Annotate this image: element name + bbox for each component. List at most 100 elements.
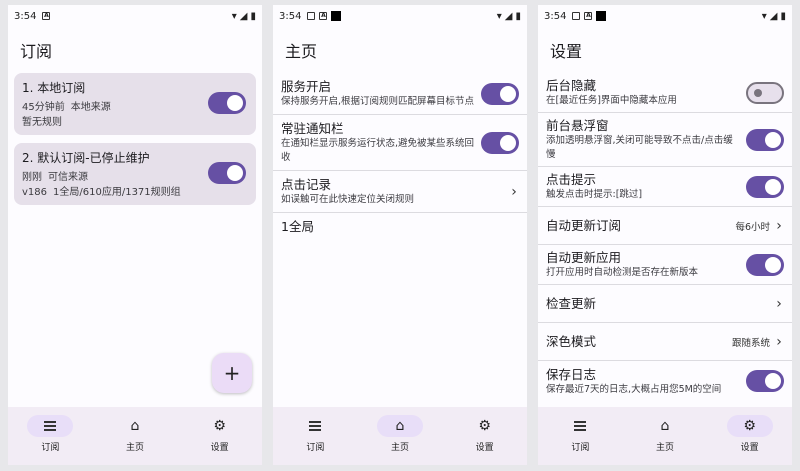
row-title: 自动更新订阅 <box>546 218 622 233</box>
row-desc: 保持服务开启,根据订阅规则匹配屏幕目标节点 <box>281 96 475 107</box>
list-icon <box>309 421 322 431</box>
dark-mode-row[interactable]: 深色模式 跟随系统 › <box>538 323 792 361</box>
row-title: 服务开启 <box>281 79 332 94</box>
subscription-toggle[interactable] <box>208 162 246 184</box>
home-icon: ⌂ <box>660 418 670 434</box>
nav-subscriptions[interactable]: 订阅 <box>20 415 80 453</box>
row-value: 每6小时 <box>735 221 770 233</box>
nav-home[interactable]: ⌂ 主页 <box>635 415 695 453</box>
nav-settings[interactable]: ⚙ 设置 <box>455 415 515 453</box>
nav-label: 主页 <box>390 443 409 453</box>
notification-row[interactable]: 常驻通知栏 在通知栏显示服务运行状态,避免被某些系统回收 <box>273 115 527 171</box>
bottom-nav: 订阅 ⌂ 主页 ⚙ 设置 <box>538 407 792 465</box>
nav-settings[interactable]: ⚙ 设置 <box>720 415 780 453</box>
click-hint-row[interactable]: 点击提示 触发点击时提示:[跳过] <box>538 167 792 207</box>
subscription-card-local[interactable]: 1. 本地订阅 45分钟前 本地来源 暂无规则 <box>14 73 256 135</box>
gear-icon: ⚙ <box>213 418 226 434</box>
wifi-icon: ▾ <box>496 10 502 22</box>
page-title: 主页 <box>285 42 318 61</box>
battery-icon: ▮ <box>250 10 256 22</box>
floating-window-row[interactable]: 前台悬浮窗 添加透明悬浮窗,关闭可能导致不点击/点击缓慢 <box>538 113 792 167</box>
signal-icon: ◢ <box>239 10 248 22</box>
nav-label: 主页 <box>655 443 674 453</box>
add-subscription-button[interactable]: + <box>212 353 252 393</box>
row-value: 跟随系统 <box>731 337 770 349</box>
subscription-detail: 1全局/610应用/1371规则组 <box>53 187 181 198</box>
click-hint-toggle[interactable] <box>746 175 784 198</box>
save-log-toggle[interactable] <box>746 370 784 392</box>
row-desc: 触发点击时提示:[跳过] <box>546 189 643 200</box>
nav-subscriptions[interactable]: 订阅 <box>285 415 345 453</box>
subscription-source: 可信来源 <box>48 172 88 183</box>
battery-icon: ▮ <box>780 10 786 22</box>
list-icon <box>44 421 57 431</box>
hide-background-toggle[interactable] <box>746 81 784 104</box>
nav-label: 设置 <box>740 443 759 453</box>
hide-background-row[interactable]: 后台隐藏 在[最近任务]界面中隐藏本应用 <box>538 73 792 113</box>
image-notification-icon <box>572 12 581 20</box>
subscription-toggle[interactable] <box>208 92 246 114</box>
nav-home[interactable]: ⌂ 主页 <box>370 415 430 453</box>
row-title: 前台悬浮窗 <box>546 118 609 133</box>
save-log-row[interactable]: 保存日志 保存最近7天的日志,大概占用您5M的空间 <box>538 361 792 401</box>
app-notification-icon: A <box>319 12 328 20</box>
wifi-icon: ▾ <box>231 10 237 22</box>
signal-icon: ◢ <box>504 10 513 22</box>
notification-toggle[interactable] <box>481 131 519 154</box>
row-title: 保存日志 <box>546 366 597 382</box>
chevron-right-icon: › <box>776 217 782 234</box>
click-log-row[interactable]: 点击记录 如误触可在此快速定位关闭规则 › <box>273 171 527 213</box>
status-time: 3:54 <box>544 10 567 22</box>
battery-icon: ▮ <box>515 10 521 22</box>
nav-label: 主页 <box>125 443 144 453</box>
row-title: 自动更新应用 <box>546 250 622 265</box>
global-rule-count: 1全局 <box>273 213 527 240</box>
auto-update-subscription-row[interactable]: 自动更新订阅 每6小时 › <box>538 207 792 245</box>
floating-window-toggle[interactable] <box>746 128 784 151</box>
status-bar: 3:54 A ▾ ◢ ▮ <box>538 5 792 27</box>
black-notification-icon <box>596 11 607 21</box>
row-title: 常驻通知栏 <box>281 121 344 136</box>
bottom-nav: 订阅 ⌂ 主页 ⚙ 设置 <box>8 407 262 465</box>
auto-update-app-row[interactable]: 自动更新应用 打开应用时自动检测是否存在新版本 <box>538 245 792 285</box>
wifi-icon: ▾ <box>761 10 767 22</box>
nav-subscriptions[interactable]: 订阅 <box>550 415 610 453</box>
gear-icon: ⚙ <box>478 418 491 434</box>
row-desc: 添加透明悬浮窗,关闭可能导致不点击/点击缓慢 <box>546 135 733 160</box>
page-title: 订阅 <box>20 42 53 61</box>
nav-label: 设置 <box>475 443 494 453</box>
row-desc: 在[最近任务]界面中隐藏本应用 <box>546 95 677 106</box>
page-title: 设置 <box>550 42 583 61</box>
check-update-row[interactable]: 检查更新 › <box>538 285 792 323</box>
service-enable-row[interactable]: 服务开启 保持服务开启,根据订阅规则匹配屏幕目标节点 <box>273 73 527 115</box>
home-icon: ⌂ <box>130 418 140 434</box>
subscription-detail: 暂无规则 <box>22 117 62 128</box>
settings-screen: 3:54 A ▾ ◢ ▮ 设置 后台隐藏 在[最近任务]界面中隐藏本应用 前台悬… <box>538 5 792 465</box>
nav-home[interactable]: ⌂ 主页 <box>105 415 165 453</box>
subscription-card-default[interactable]: 2. 默认订阅-已停止维护 刚刚 可信来源 v186 1全局/610应用/1371规… <box>14 143 256 205</box>
chevron-right-icon: › <box>776 295 782 312</box>
row-desc: 打开应用时自动检测是否存在新版本 <box>546 267 699 278</box>
subscriptions-screen: 3:54 A ▾ ◢ ▮ 订阅 1. 本地订阅 45分钟前 本地来源 暂无规则 2… <box>8 5 262 465</box>
nav-settings[interactable]: ⚙ 设置 <box>190 415 250 453</box>
status-bar: 3:54 A ▾ ◢ ▮ <box>273 5 527 27</box>
subscription-stats: v186 1全局/610应用/1371规则组 <box>22 185 248 200</box>
nav-label: 订阅 <box>41 443 60 453</box>
auto-update-app-toggle[interactable] <box>746 253 784 276</box>
subscription-time: 刚刚 <box>22 172 42 183</box>
chevron-right-icon: › <box>776 333 782 350</box>
bottom-nav: 订阅 ⌂ 主页 ⚙ 设置 <box>273 407 527 465</box>
chevron-right-icon: › <box>511 183 517 200</box>
status-time: 3:54 <box>279 10 302 22</box>
row-desc: 保存最近7天的日志,大概占用您5M的空间 <box>546 383 722 395</box>
home-icon: ⌂ <box>395 418 405 434</box>
subscription-version: v186 <box>22 187 48 198</box>
subscription-time: 45分钟前 <box>22 102 65 113</box>
image-notification-icon <box>307 12 316 20</box>
signal-icon: ◢ <box>769 10 778 22</box>
service-toggle[interactable] <box>481 82 519 105</box>
app-notification-icon: A <box>584 12 593 20</box>
nav-label: 订阅 <box>571 443 590 453</box>
app-notification-icon: A <box>42 12 51 20</box>
row-title: 点击记录 <box>281 177 332 192</box>
